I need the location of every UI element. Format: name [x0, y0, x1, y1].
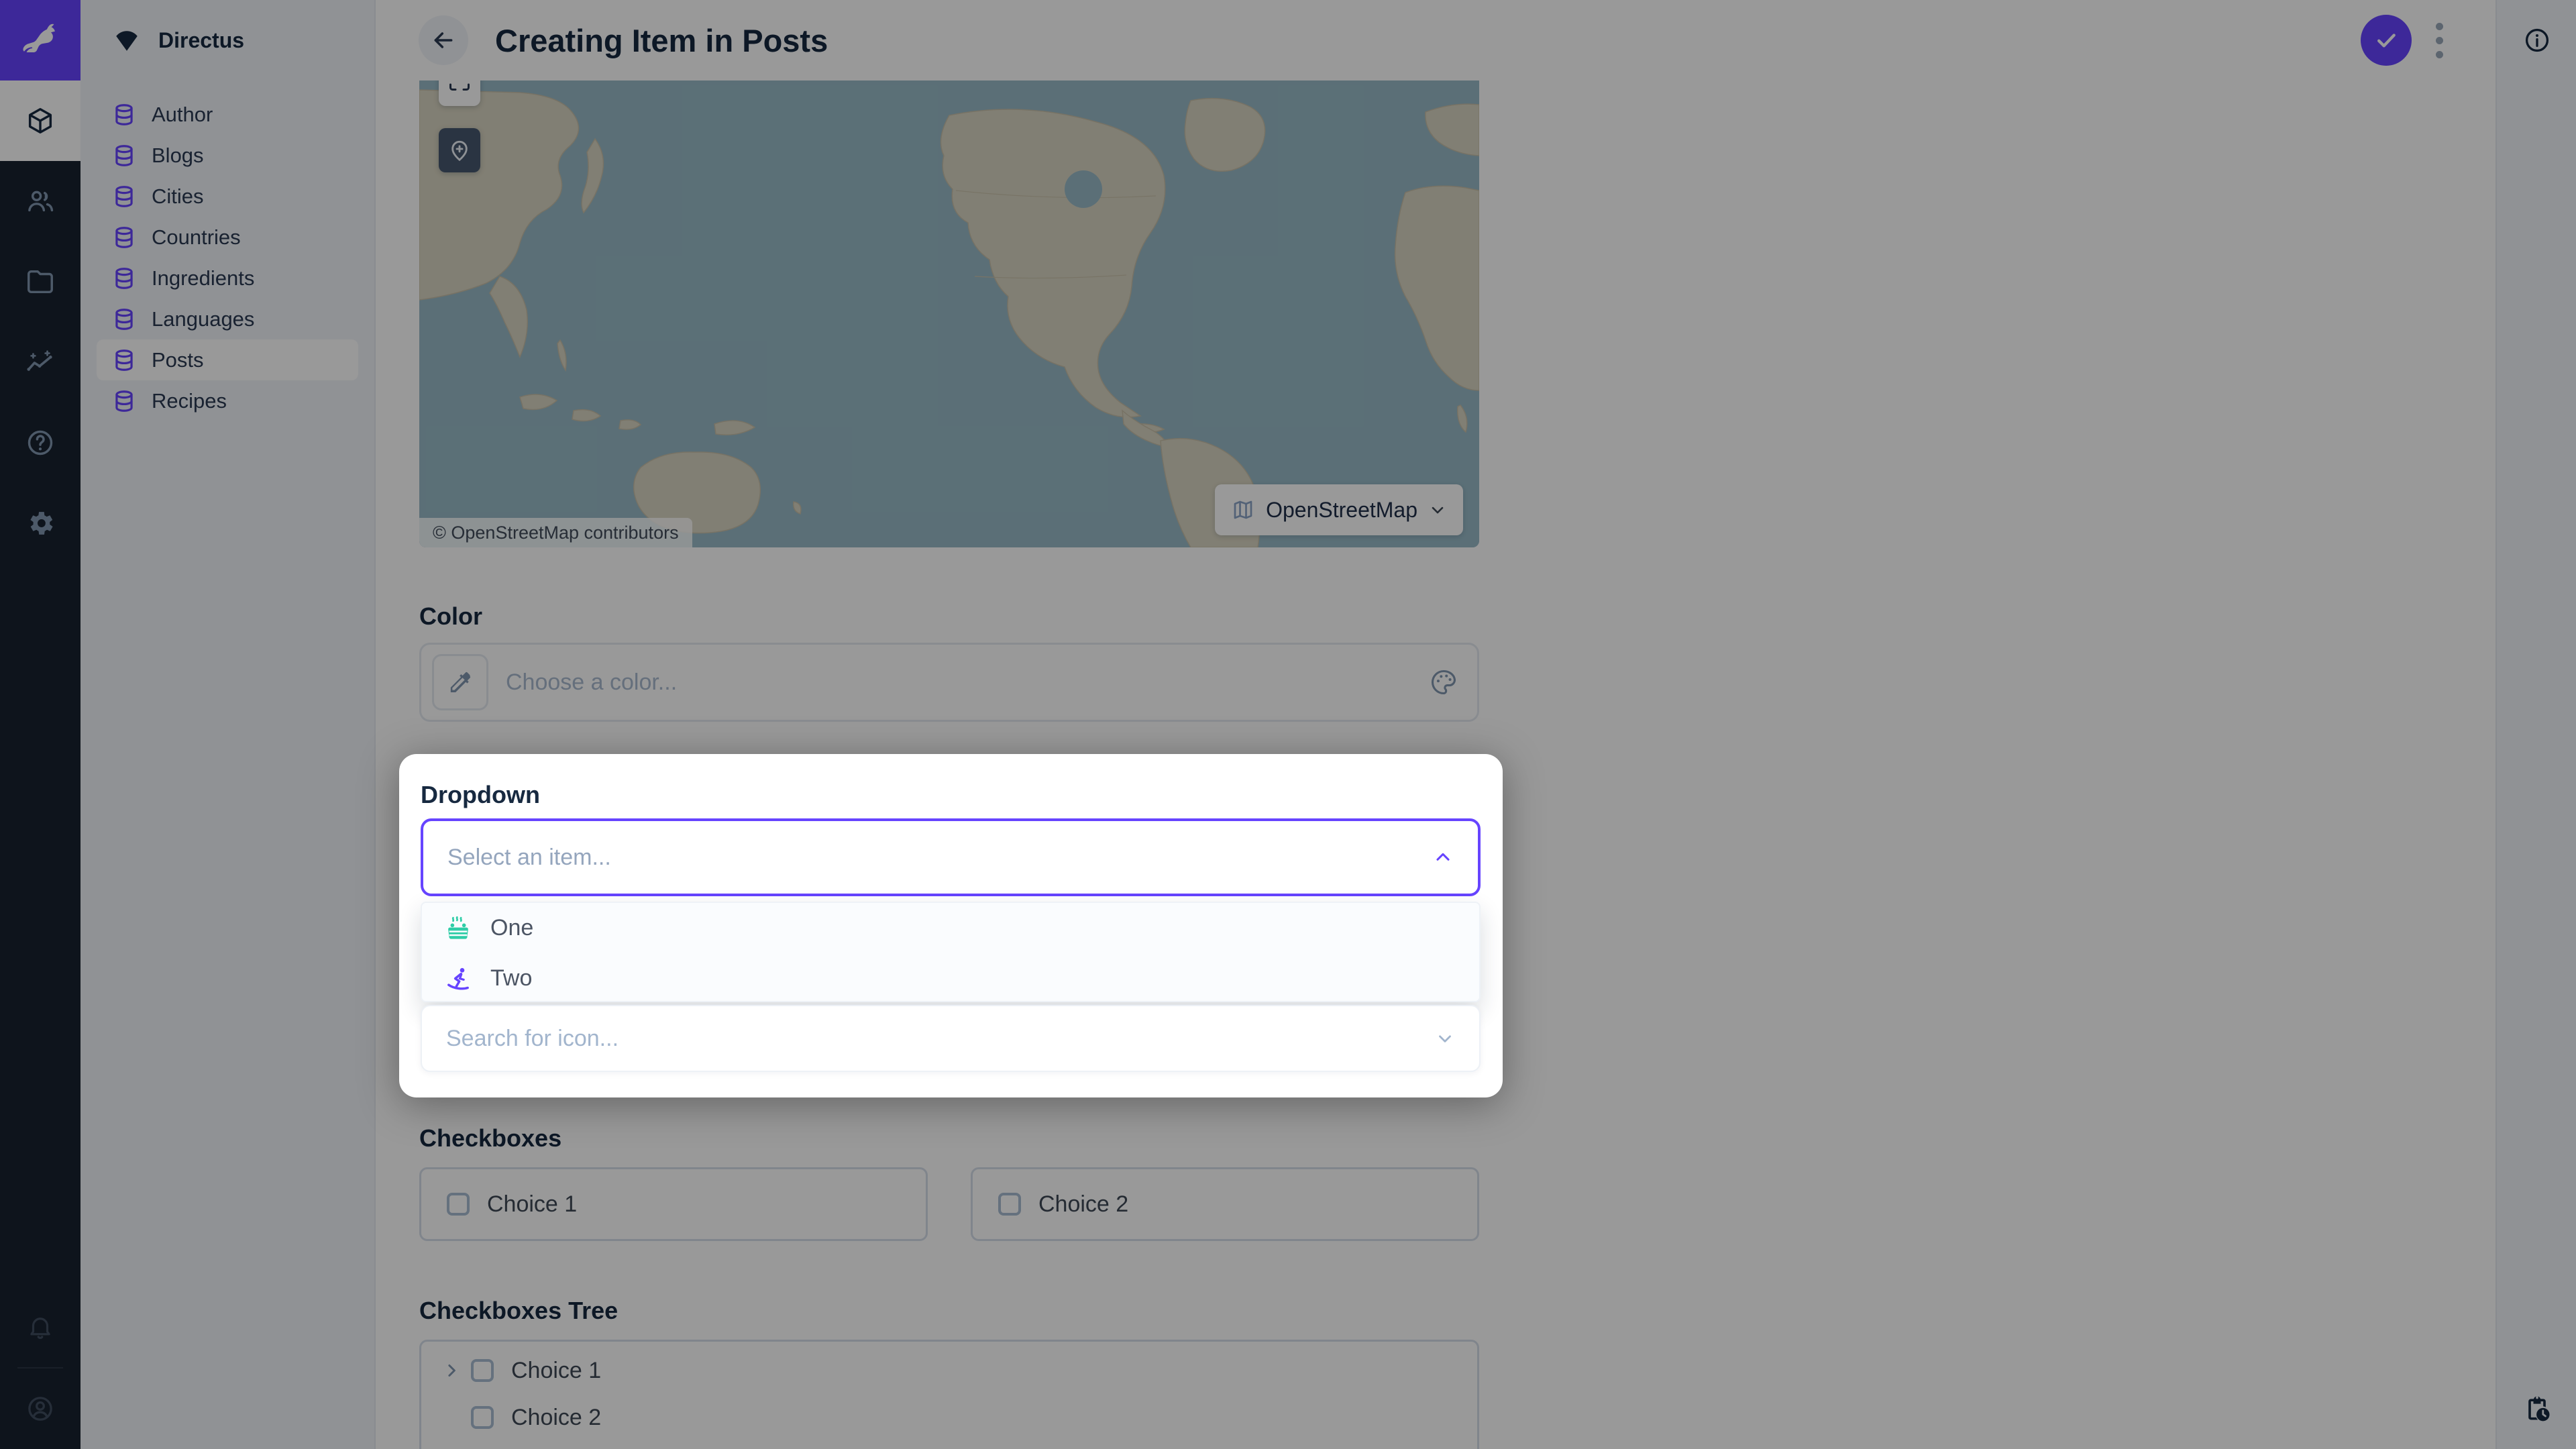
dim-overlay[interactable] — [0, 0, 2576, 1449]
dropdown-field-card: Dropdown Select an item... One — [399, 754, 1503, 1097]
icon-search-placeholder: Search for icon... — [446, 1026, 619, 1052]
downhill-skiing-icon — [445, 965, 472, 992]
dropdown-option-two[interactable]: Two — [422, 953, 1479, 1002]
dropdown-placeholder: Select an item... — [447, 845, 611, 871]
dropdown-option-one[interactable]: One — [422, 903, 1479, 953]
dropdown-menu: One Two — [421, 902, 1481, 1002]
chevron-down-icon — [1435, 1028, 1455, 1049]
dropdown-field-label: Dropdown — [421, 781, 540, 809]
icon-search-input[interactable]: Search for icon... — [421, 1005, 1481, 1072]
dropdown-select[interactable]: Select an item... — [421, 818, 1481, 896]
hot-tub-icon — [445, 915, 472, 942]
chevron-up-icon — [1432, 847, 1454, 868]
